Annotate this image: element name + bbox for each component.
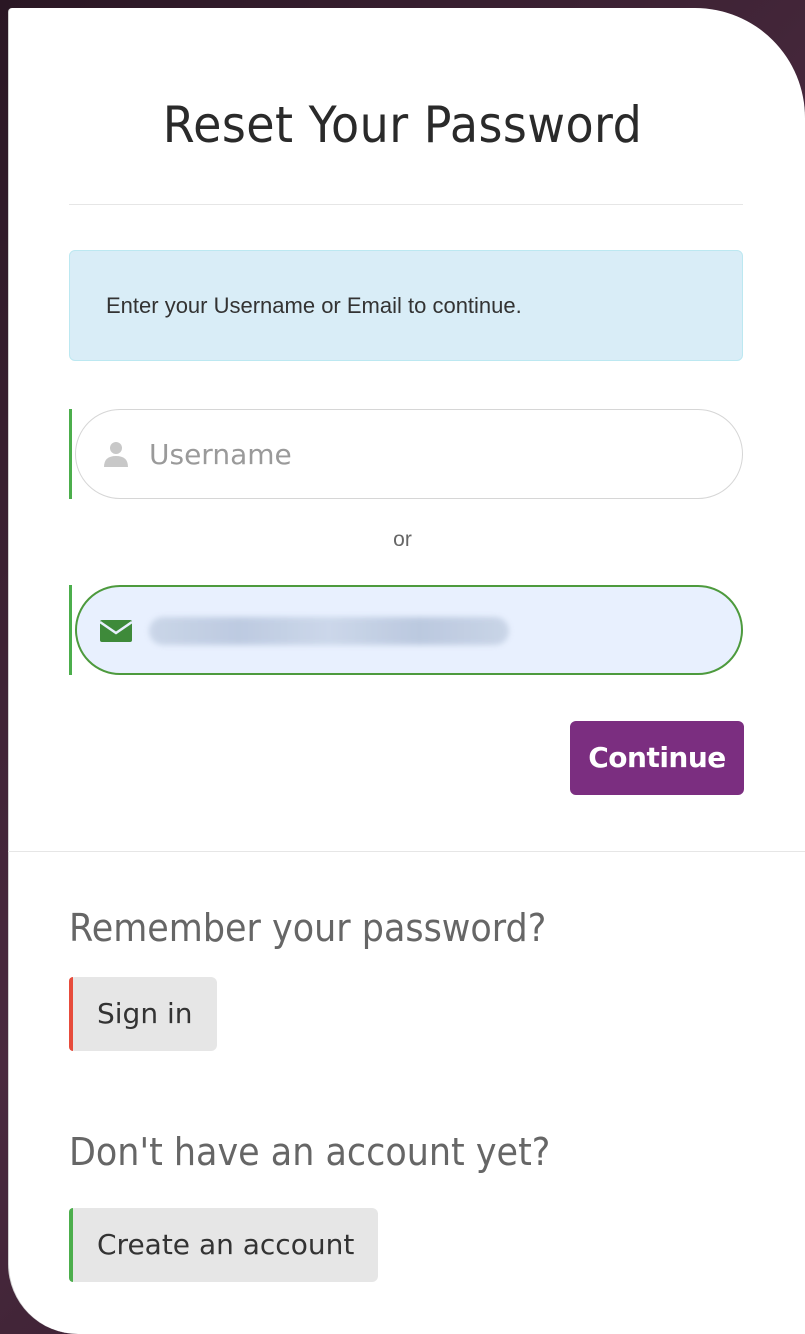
username-field-group: Username (69, 409, 743, 499)
user-icon (100, 438, 132, 470)
create-account-accent (69, 1208, 73, 1282)
envelope-icon (99, 614, 133, 646)
sign-in-accent (69, 977, 73, 1051)
info-alert: Enter your Username or Email to continue… (69, 250, 743, 361)
username-placeholder: Username (149, 438, 292, 471)
sign-in-label: Sign in (97, 997, 193, 1030)
create-account-label: Create an account (97, 1228, 355, 1261)
email-input[interactable] (75, 585, 743, 675)
email-field-group (69, 585, 743, 675)
or-separator: or (393, 528, 412, 551)
divider (69, 204, 743, 205)
divider (8, 851, 805, 852)
create-account-button[interactable]: Create an account (69, 1208, 379, 1282)
username-input[interactable]: Username (75, 409, 743, 499)
continue-button[interactable]: Continue (570, 721, 744, 795)
page-title: Reset Your Password (162, 96, 643, 154)
validation-accent (69, 409, 72, 499)
sign-in-button[interactable]: Sign in (69, 977, 217, 1051)
info-alert-text: Enter your Username or Email to continue… (106, 293, 522, 318)
no-account-heading: Don't have an account yet? (69, 1130, 551, 1174)
email-value-obscured (149, 617, 509, 645)
validation-accent (69, 585, 72, 675)
remember-password-heading: Remember your password? (69, 906, 547, 950)
